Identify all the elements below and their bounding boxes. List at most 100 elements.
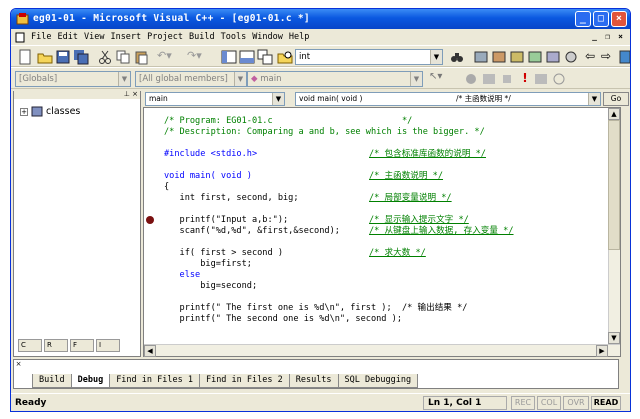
code-line[interactable]: if( first > second ) /* 求大数 */ [164,248,426,259]
tab-find-in-files-2[interactable]: Find in Files 2 [198,374,290,388]
arrow-right-icon[interactable]: ⇨ [601,49,617,65]
scope-combo[interactable]: [Globals] ▼ [15,71,131,87]
code-line[interactable]: else [164,270,201,281]
chevron-down-icon[interactable]: ▼ [588,93,600,105]
output-window-icon[interactable] [239,49,255,65]
code-line[interactable]: printf("Input a,b:"); /* 显示输入提示文字 */ [164,215,469,226]
tab-find-in-files-1[interactable]: Find in Files 1 [109,374,200,388]
tab-results[interactable]: Results [288,374,339,388]
tab-file-view[interactable]: F [70,339,94,352]
menu-tools[interactable]: Tools [218,29,250,45]
wizard-actions-icon[interactable]: ↖▾ [429,71,455,87]
scroll-right-icon[interactable]: ▶ [596,345,608,357]
menu-project[interactable]: Project [144,29,186,45]
resource-icon[interactable] [527,49,543,65]
tab-build[interactable]: Build [32,374,72,388]
tab-class-view[interactable]: C [18,339,42,352]
mdi-close-button[interactable]: × [615,31,626,42]
code-line[interactable]: big=second; [164,281,257,292]
go-debug-icon[interactable] [533,71,549,87]
maximize-button[interactable]: □ [593,11,609,27]
title-bar[interactable]: eg01-01 - Microsoft Visual C++ - [eg01-0… [11,9,630,29]
undo-icon[interactable]: ↶▾ [157,49,187,65]
window-list-icon[interactable] [257,49,273,65]
code-line[interactable]: /* Program: EG01-01.c */ [164,116,412,127]
chevron-down-icon[interactable]: ▼ [272,93,284,105]
function-diamond-icon: ◆ [251,74,258,84]
build-project-icon[interactable] [481,71,497,87]
menu-edit[interactable]: Edit [54,29,80,45]
code-line[interactable]: int first, second, big; /* 局部变量说明 */ [164,193,452,204]
function-nav-combo[interactable]: void main( void ) /* 主函数说明 */ ▼ [295,92,601,106]
chevron-down-icon[interactable]: ▼ [410,72,422,86]
members-combo[interactable]: [All global members] ▼ [135,71,247,87]
wizard-toolbar: [Globals] ▼ [All global members] ▼ ◆ mai… [11,67,630,89]
breakpoint-toggle-icon[interactable] [551,71,567,87]
code-line[interactable]: printf(" The first one is %d\n", first )… [164,303,468,314]
tree-item-classes[interactable]: + classes [20,106,80,117]
close-button[interactable]: × [611,11,627,27]
class-wizard-icon[interactable] [509,49,525,65]
expand-icon[interactable]: + [20,107,28,116]
scroll-thumb[interactable] [608,120,620,250]
build-icon[interactable] [491,49,507,65]
code-editor[interactable]: /* Program: EG01-01.c *//* Description: … [143,107,621,357]
go-button[interactable]: Go [603,92,629,106]
code-line[interactable]: void main( void ) /* 主函数说明 */ [164,171,443,182]
code-line[interactable]: { [164,182,169,193]
menu-help[interactable]: Help [286,29,312,45]
function-combo[interactable]: ◆ main ▼ [247,71,423,87]
menu-insert[interactable]: Insert [107,29,144,45]
menu-view[interactable]: View [81,29,107,45]
bookmark-icon[interactable] [617,49,631,65]
arrow-left-icon[interactable]: ⇦ [585,49,601,65]
menu-file[interactable]: File [28,29,54,45]
code-line[interactable]: /* Description: Comparing a and b, see w… [164,127,485,138]
editor-gutter[interactable] [144,108,157,356]
compile-icon[interactable] [473,49,489,65]
breakpoint-marker[interactable] [146,216,154,224]
execute-icon[interactable]: ! [517,71,533,87]
menu-build[interactable]: Build [186,29,218,45]
mdi-minimize-button[interactable]: _ [589,31,600,42]
scroll-up-icon[interactable]: ▲ [608,108,620,120]
scroll-down-icon[interactable]: ▼ [608,332,620,344]
code-line[interactable]: printf(" The second one is %d\n", second… [164,314,402,325]
classes-icon [31,106,43,117]
find-icon[interactable] [449,49,465,65]
chevron-down-icon[interactable]: ▼ [118,72,130,86]
members-combo-value: [All global members] [139,74,228,84]
tab-info-view[interactable]: I [96,339,120,352]
code-line[interactable]: scanf("%d,%d", &first,&second); /* 从键盘上输入… [164,226,514,237]
redo-icon[interactable]: ↷▾ [187,49,217,65]
open-folder-icon[interactable] [37,49,53,65]
new-file-icon[interactable] [17,49,33,65]
scroll-left-icon[interactable]: ◀ [144,345,156,357]
save-all-icon[interactable] [73,49,89,65]
vertical-scrollbar[interactable]: ▲ ▼ [608,108,620,356]
menu-window[interactable]: Window [249,29,286,45]
minimize-button[interactable]: _ [575,11,591,27]
pane-close-icon[interactable]: × [14,360,23,369]
settings-icon[interactable] [563,49,579,65]
chevron-down-icon[interactable]: ▼ [430,50,442,64]
tab-debug[interactable]: Debug [70,374,111,388]
tab-sql-debugging[interactable]: SQL Debugging [337,374,419,388]
code-line[interactable]: big=first; [164,259,252,270]
tool-icon[interactable] [545,49,561,65]
paste-icon[interactable] [133,49,149,65]
cut-icon[interactable] [97,49,113,65]
find-in-files-icon[interactable] [277,49,293,65]
mdi-restore-button[interactable]: ❐ [602,31,613,42]
context-combo[interactable]: main ▼ [145,92,285,106]
horizontal-scrollbar[interactable]: ◀ ▶ [144,344,620,357]
save-icon[interactable] [55,49,71,65]
code-line[interactable]: #include <stdio.h> /* 包含标准库函数的说明 */ [164,149,486,160]
chevron-down-icon[interactable]: ▼ [234,72,246,86]
find-combo[interactable]: int ▼ [295,49,443,65]
workspace-icon[interactable] [221,49,237,65]
tab-resource-view[interactable]: R [44,339,68,352]
compile-file-icon[interactable] [463,71,479,87]
stop-build-icon[interactable] [499,71,515,87]
copy-icon[interactable] [115,49,131,65]
